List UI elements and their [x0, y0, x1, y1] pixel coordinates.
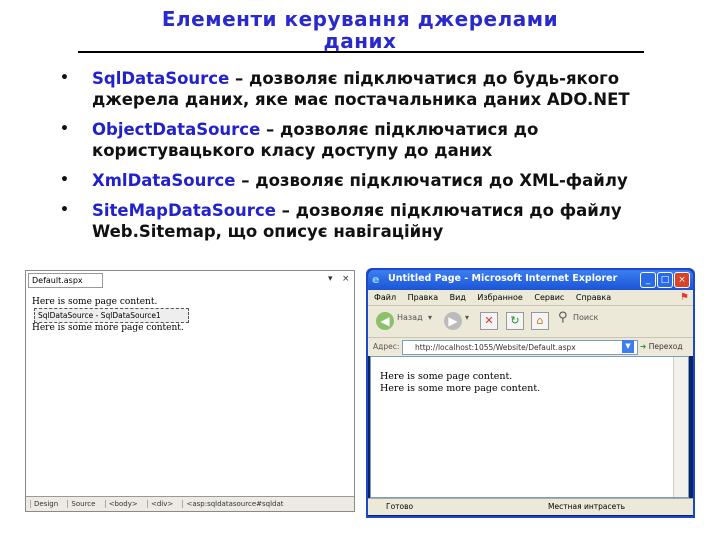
bullet-term: ObjectDataSource	[92, 120, 261, 139]
address-bar: Адрес: http://localhost:1055/Website/Def…	[368, 337, 693, 356]
tab-source[interactable]: Source	[67, 500, 99, 508]
zone-text: Местная интрасеть	[548, 502, 626, 511]
tag-div[interactable]: <div>	[146, 500, 177, 508]
close-icon[interactable]: ×	[342, 274, 350, 284]
bullet-dot: •	[60, 121, 69, 137]
bullet-dot: •	[60, 202, 69, 218]
bullet-dot: •	[60, 172, 69, 188]
browser-toolbar: ◀ Назад ▾ ▶ ▾ ✕ ↻ ⌂ ⚲ Поиск	[368, 305, 693, 338]
browser-titlebar[interactable]: e Untitled Page - Microsoft Internet Exp…	[368, 270, 693, 290]
tab-design[interactable]: Design	[30, 500, 62, 508]
home-icon[interactable]: ⌂	[531, 312, 549, 330]
menu-file[interactable]: Файл	[374, 293, 396, 302]
back-button-label[interactable]: Назад	[397, 313, 423, 322]
slide-title-line1: Елементи керування джерелами	[161, 7, 559, 31]
designer-line2: Here is some more page content.	[32, 323, 184, 333]
address-label: Адрес:	[373, 342, 400, 351]
designer-bottom-bar: Design Source <body> <div> <asp:sqldatas…	[26, 496, 354, 511]
vertical-scrollbar[interactable]	[673, 357, 688, 497]
go-arrow-icon: ➔	[640, 342, 647, 351]
designer-tab[interactable]: Default.aspx	[28, 273, 103, 288]
menu-view[interactable]: Вид	[450, 293, 466, 302]
content-line2: Here is some more page content.	[380, 383, 541, 394]
bullet-term: XmlDataSource	[92, 171, 236, 190]
go-button[interactable]: ➔ Переход	[640, 342, 683, 351]
slide-title-line2: даних	[323, 29, 397, 53]
browser-title: Untitled Page - Microsoft Internet Explo…	[388, 273, 618, 284]
status-bar: Готово Местная интрасеть	[368, 498, 693, 515]
address-dropdown-icon[interactable]: ▼	[622, 340, 634, 353]
designer-window: Default.aspx ▾ × Here is some page conte…	[25, 270, 355, 512]
maximize-icon[interactable]: □	[657, 272, 673, 288]
menu-tools[interactable]: Сервис	[534, 293, 564, 302]
minimize-icon[interactable]: _	[640, 272, 656, 288]
tag-body[interactable]: <body>	[104, 500, 141, 508]
stop-icon[interactable]: ✕	[480, 312, 498, 330]
bullet-list: • SqlDataSource – дозволяє підключатися д…	[60, 68, 680, 251]
bullet-text: – дозволяє підключатися до XML-файлу	[235, 171, 628, 190]
status-text: Готово	[386, 502, 414, 511]
windows-logo-icon: ⚑	[680, 292, 689, 303]
menu-favorites[interactable]: Избранное	[477, 293, 522, 302]
browser-menubar: Файл Правка Вид Избранное Сервис Справка	[368, 290, 693, 305]
bullet-dot: •	[60, 70, 69, 86]
ie-logo-icon: e	[372, 273, 380, 286]
title-underline	[78, 51, 644, 53]
forward-dropdown-icon[interactable]: ▾	[465, 313, 469, 322]
search-button-label[interactable]: Поиск	[573, 313, 598, 322]
bullet-item: • SqlDataSource – дозволяє підключатися д…	[60, 68, 680, 110]
slide-title: Елементи керування джерелами даних	[80, 8, 640, 52]
browser-content: Here is some page content. Here is some …	[370, 356, 689, 498]
sqldatasource-control[interactable]: SqlDataSource - SqlDataSource1	[34, 308, 189, 323]
content-line1: Here is some page content.	[380, 371, 513, 382]
tag-sqldatasource[interactable]: <asp:sqldatasource#sqldat	[182, 500, 287, 508]
designer-line1: Here is some page content.	[32, 297, 158, 307]
bullet-item: • ObjectDataSource – дозволяє підключатис…	[60, 119, 680, 161]
address-input[interactable]: http://localhost:1055/Website/Default.as…	[402, 340, 638, 355]
browser-window: e Untitled Page - Microsoft Internet Exp…	[366, 268, 695, 518]
forward-icon[interactable]: ▶	[444, 312, 462, 330]
back-icon[interactable]: ◀	[376, 312, 394, 330]
go-label: Переход	[648, 342, 683, 351]
back-dropdown-icon[interactable]: ▾	[428, 313, 432, 322]
bullet-term: SiteMapDataSource	[92, 201, 276, 220]
bullet-term: SqlDataSource	[92, 69, 230, 88]
dropdown-arrow-icon[interactable]: ▾	[328, 274, 333, 284]
search-icon[interactable]: ⚲	[558, 310, 568, 325]
bullet-item: • XmlDataSource – дозволяє підключатися д…	[60, 170, 680, 191]
bullet-item: • SiteMapDataSource – дозволяє підключати…	[60, 200, 680, 242]
menu-edit[interactable]: Правка	[408, 293, 438, 302]
menu-help[interactable]: Справка	[576, 293, 611, 302]
refresh-icon[interactable]: ↻	[506, 312, 524, 330]
close-icon[interactable]: ×	[674, 272, 690, 288]
